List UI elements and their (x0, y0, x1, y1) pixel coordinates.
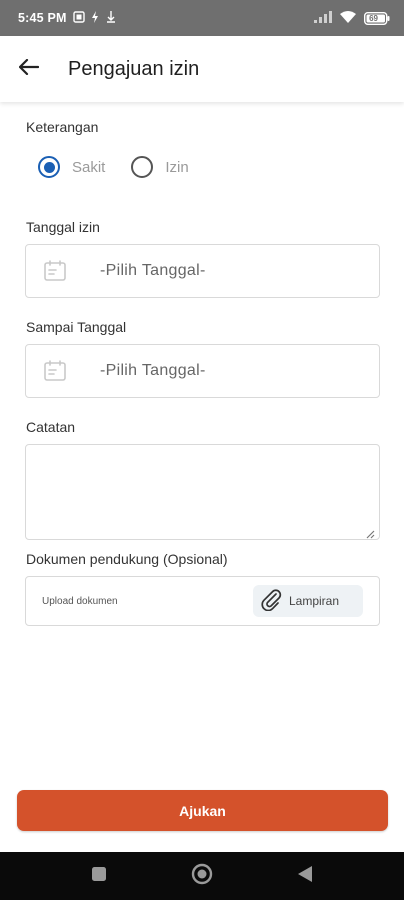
sampai-tanggal-label: Sampai Tanggal (26, 319, 127, 335)
attach-button[interactable]: Lampiran (253, 585, 363, 617)
radio-izin[interactable]: Izin (131, 156, 189, 178)
attach-button-label: Lampiran (289, 594, 340, 608)
page-title: Pengajuan izin (68, 57, 200, 80)
radio-izin-label: Izin (165, 158, 189, 176)
tanggal-izin-label: Tanggal izin (26, 219, 100, 235)
sampai-tanggal-value: -Pilih Tanggal- (100, 362, 206, 379)
triangle-back-icon (297, 865, 313, 888)
resize-grip-icon[interactable] (366, 526, 375, 539)
catatan-textarea[interactable] (25, 444, 380, 540)
sampai-tanggal-field[interactable]: -Pilih Tanggal- (25, 344, 380, 398)
dokumen-label: Dokumen pendukung (Opsional) (26, 551, 228, 567)
back-nav-button[interactable] (291, 862, 319, 890)
app-bar: Pengajuan izin (0, 36, 404, 102)
submit-button[interactable]: Ajukan (17, 790, 388, 831)
recents-button[interactable] (85, 862, 113, 890)
paperclip-icon (259, 587, 283, 616)
home-button[interactable] (188, 862, 216, 890)
arrow-left-icon (18, 58, 40, 80)
keterangan-radio-group: Sakit Izin (38, 156, 189, 178)
notification-icon (72, 10, 85, 26)
keterangan-label: Keterangan (26, 119, 99, 135)
navigation-bar (0, 852, 404, 900)
radio-sakit[interactable]: Sakit (38, 156, 105, 178)
radio-sakit-label: Sakit (72, 158, 106, 176)
status-time: 5:45 PM (18, 11, 67, 25)
calendar-icon (42, 358, 68, 384)
signal-icon (314, 10, 332, 26)
battery-level: 69 (369, 13, 378, 23)
flash-icon (91, 10, 99, 26)
upload-hint: Upload dokumen (42, 595, 118, 607)
radio-izin-circle (131, 156, 154, 178)
status-bar: 5:45 PM 69 (0, 0, 404, 36)
back-button[interactable] (0, 36, 58, 102)
calendar-icon (42, 258, 68, 284)
catatan-label: Catatan (26, 419, 76, 435)
square-icon (91, 866, 107, 887)
tanggal-izin-value: -Pilih Tanggal- (100, 262, 206, 279)
tanggal-izin-field[interactable]: -Pilih Tanggal- (25, 244, 380, 298)
wifi-icon (340, 10, 356, 26)
radio-sakit-circle (38, 156, 60, 178)
upload-field: Upload dokumen Lampiran (25, 576, 380, 626)
usb-icon (105, 10, 117, 26)
circle-icon (191, 863, 213, 890)
